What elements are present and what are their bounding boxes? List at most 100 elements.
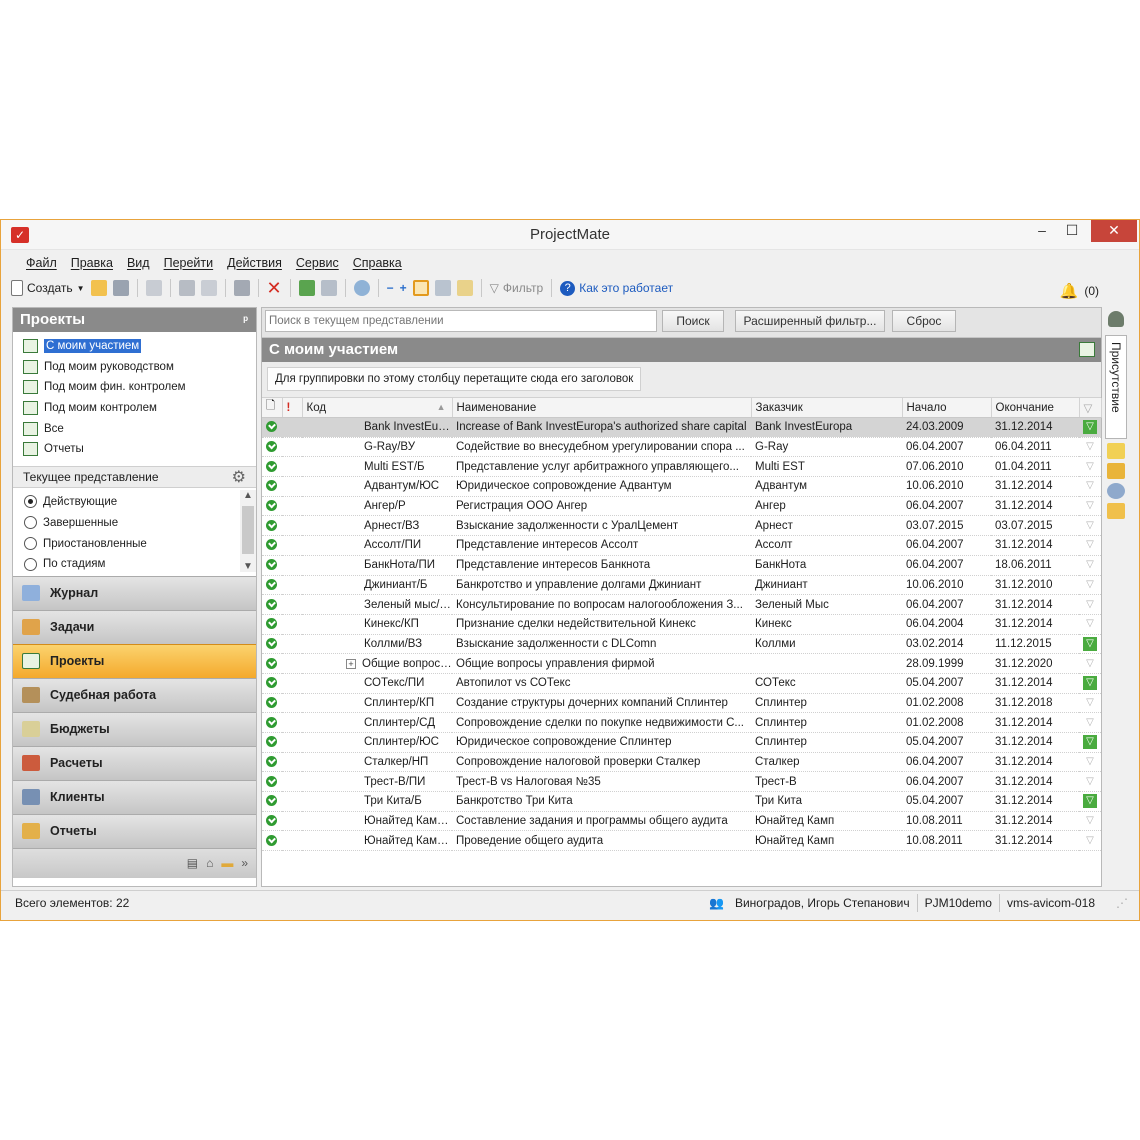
projects-item-my-participation[interactable]: С моим участием: [23, 336, 256, 357]
radio-button[interactable]: [24, 516, 37, 530]
filter-button[interactable]: ▽ Фильтр: [490, 281, 544, 295]
minimize-button[interactable]: –: [1027, 220, 1057, 242]
projects-item-reports[interactable]: Отчеты: [23, 439, 256, 460]
home-icon[interactable]: ⌂: [206, 856, 213, 870]
flag-icon[interactable]: ▽: [1083, 814, 1097, 828]
table-row[interactable]: СОТекс/ПИ Автопилот vs СОТекс СОТекс 05.04.…: [262, 673, 1101, 694]
print-preview-icon[interactable]: [200, 280, 217, 296]
flag-cell[interactable]: ▽: [1079, 634, 1101, 655]
table-row[interactable]: Сталкер/НП Сопровождение налоговой провер…: [262, 752, 1101, 773]
flag-icon[interactable]: ▽: [1083, 696, 1097, 710]
radio-button[interactable]: [24, 537, 37, 551]
flag-icon[interactable]: ▽: [1083, 499, 1097, 513]
nav-tasks[interactable]: Задачи: [13, 609, 256, 644]
flag-icon[interactable]: ▽: [1083, 735, 1097, 750]
flag-cell[interactable]: ▽: [1079, 437, 1101, 458]
delete-icon[interactable]: ✕: [267, 278, 282, 299]
flag-cell[interactable]: ▽: [1079, 653, 1101, 674]
find-icon[interactable]: [456, 280, 473, 296]
flag-icon[interactable]: ▽: [1083, 657, 1097, 671]
flag-cell[interactable]: ▽: [1079, 535, 1101, 556]
name-column-header[interactable]: Наименование: [452, 398, 752, 418]
table-row[interactable]: Юнайтед Камп/ОА Проведение общего аудита Ю…: [262, 830, 1101, 852]
collapse-icon[interactable]: −: [387, 281, 394, 295]
folder-icon[interactable]: ▬: [221, 856, 233, 870]
scroll-thumb[interactable]: [242, 505, 254, 554]
flag-cell[interactable]: ▽: [1079, 693, 1101, 714]
menu-view[interactable]: Вид: [120, 256, 157, 270]
folder-icon[interactable]: [1107, 503, 1125, 519]
flag-cell[interactable]: ▽: [1079, 752, 1101, 773]
flag-icon[interactable]: ▽: [1083, 578, 1097, 592]
flag-cell[interactable]: ▽: [1079, 555, 1101, 576]
group-panel-icon[interactable]: [434, 280, 451, 296]
print-icon[interactable]: [178, 280, 195, 296]
columns-icon[interactable]: [320, 280, 337, 296]
table-row[interactable]: Кинекс/КП Признание сделки недействительн…: [262, 614, 1101, 635]
flag-icon[interactable]: ▽: [1083, 775, 1097, 789]
table-row[interactable]: Джиниант/Б Банкротство и управление долга…: [262, 575, 1101, 596]
mail-icon[interactable]: [1107, 463, 1125, 479]
project-view-icon[interactable]: [1079, 342, 1095, 357]
scroll-up-icon[interactable]: ▲: [243, 490, 253, 501]
properties-icon[interactable]: [233, 280, 250, 296]
open-folder-icon[interactable]: [90, 280, 107, 296]
menu-edit[interactable]: Правка: [64, 256, 120, 270]
doc-column-header[interactable]: 🗋: [262, 398, 283, 418]
group-by-zone[interactable]: Для группировки по этому столбцу перетащ…: [262, 362, 1101, 398]
view-option-active[interactable]: Действующие: [24, 492, 256, 513]
projects-item-fin-control[interactable]: Под моим фин. контролем: [23, 377, 256, 398]
flag-icon[interactable]: ▽: [1083, 636, 1097, 651]
radio-button[interactable]: [24, 495, 37, 509]
flag-icon[interactable]: ▽: [1083, 440, 1097, 454]
table-row[interactable]: Три Кита/Б Банкротство Три Кита Три Кита 05…: [262, 791, 1101, 812]
table-row[interactable]: Коллми/ВЗ Взыскание задолженности с DLCom…: [262, 634, 1101, 655]
flag-cell[interactable]: ▽: [1079, 417, 1101, 438]
nav-payments[interactable]: Расчеты: [13, 745, 256, 780]
nav-litigation[interactable]: Судебная работа: [13, 677, 256, 712]
flag-cell[interactable]: ▽: [1079, 673, 1101, 694]
table-row[interactable]: Bank InvestEuropa/CL Increase of Bank Inv…: [262, 417, 1101, 438]
flag-cell[interactable]: ▽: [1079, 476, 1101, 497]
close-button[interactable]: ✕: [1091, 220, 1137, 242]
flag-icon[interactable]: ▽: [1083, 676, 1097, 691]
flag-icon[interactable]: ▽: [1083, 558, 1097, 572]
flag-column-header[interactable]: ▽: [1079, 398, 1102, 418]
save-icon[interactable]: [112, 280, 129, 296]
expand-icon[interactable]: +: [400, 281, 407, 295]
flag-cell[interactable]: ▽: [1079, 496, 1101, 517]
menu-go[interactable]: Перейти: [157, 256, 221, 270]
notifications[interactable]: 🔔 (0): [1060, 282, 1099, 300]
radio-button[interactable]: [24, 557, 37, 571]
view-option-suspended[interactable]: Приостановленные: [24, 533, 256, 554]
table-row[interactable]: Ангер/Р Регистрация ООО Ангер Ангер 06.04.2…: [262, 496, 1101, 517]
table-row[interactable]: Сплинтер/ЮС Юридическое сопровождение Спл…: [262, 732, 1101, 753]
table-row[interactable]: Multi EST/Б Представление услуг арбитражн…: [262, 456, 1101, 478]
flag-cell[interactable]: ▽: [1079, 594, 1101, 615]
view-scrollbar[interactable]: ▲ ▼: [240, 489, 256, 572]
code-column-header[interactable]: Код ▲: [302, 398, 453, 418]
projects-item-my-control[interactable]: Под моим контролем: [23, 398, 256, 419]
flag-cell[interactable]: ▽: [1079, 830, 1101, 852]
flag-cell[interactable]: ▽: [1079, 614, 1101, 635]
priority-column-header[interactable]: !: [282, 398, 303, 418]
projects-item-all[interactable]: Все: [23, 418, 256, 439]
search-button[interactable]: Поиск: [662, 310, 724, 332]
nav-journal[interactable]: Журнал: [13, 575, 256, 610]
flag-cell[interactable]: ▽: [1079, 791, 1101, 812]
table-row[interactable]: Арнест/ВЗ Взыскание задолженности с УралЦ…: [262, 515, 1101, 537]
nav-projects[interactable]: Проекты: [13, 643, 256, 678]
flag-cell[interactable]: ▽: [1079, 456, 1101, 478]
flag-icon[interactable]: ▽: [1083, 420, 1097, 435]
start-column-header[interactable]: Начало: [902, 398, 992, 418]
flag-icon[interactable]: ▽: [1083, 460, 1097, 474]
search-input[interactable]: [265, 310, 657, 332]
notes-icon[interactable]: [1107, 443, 1125, 459]
flag-cell[interactable]: ▽: [1079, 811, 1101, 832]
flag-icon[interactable]: ▽: [1083, 538, 1097, 552]
flag-icon[interactable]: ▽: [1083, 519, 1097, 533]
scroll-down-icon[interactable]: ▼: [243, 561, 253, 572]
end-column-header[interactable]: Окончание: [991, 398, 1080, 418]
nav-clients[interactable]: Клиенты: [13, 779, 256, 814]
table-row[interactable]: Ассолт/ПИ Представление интересов Ассолт А…: [262, 535, 1101, 556]
